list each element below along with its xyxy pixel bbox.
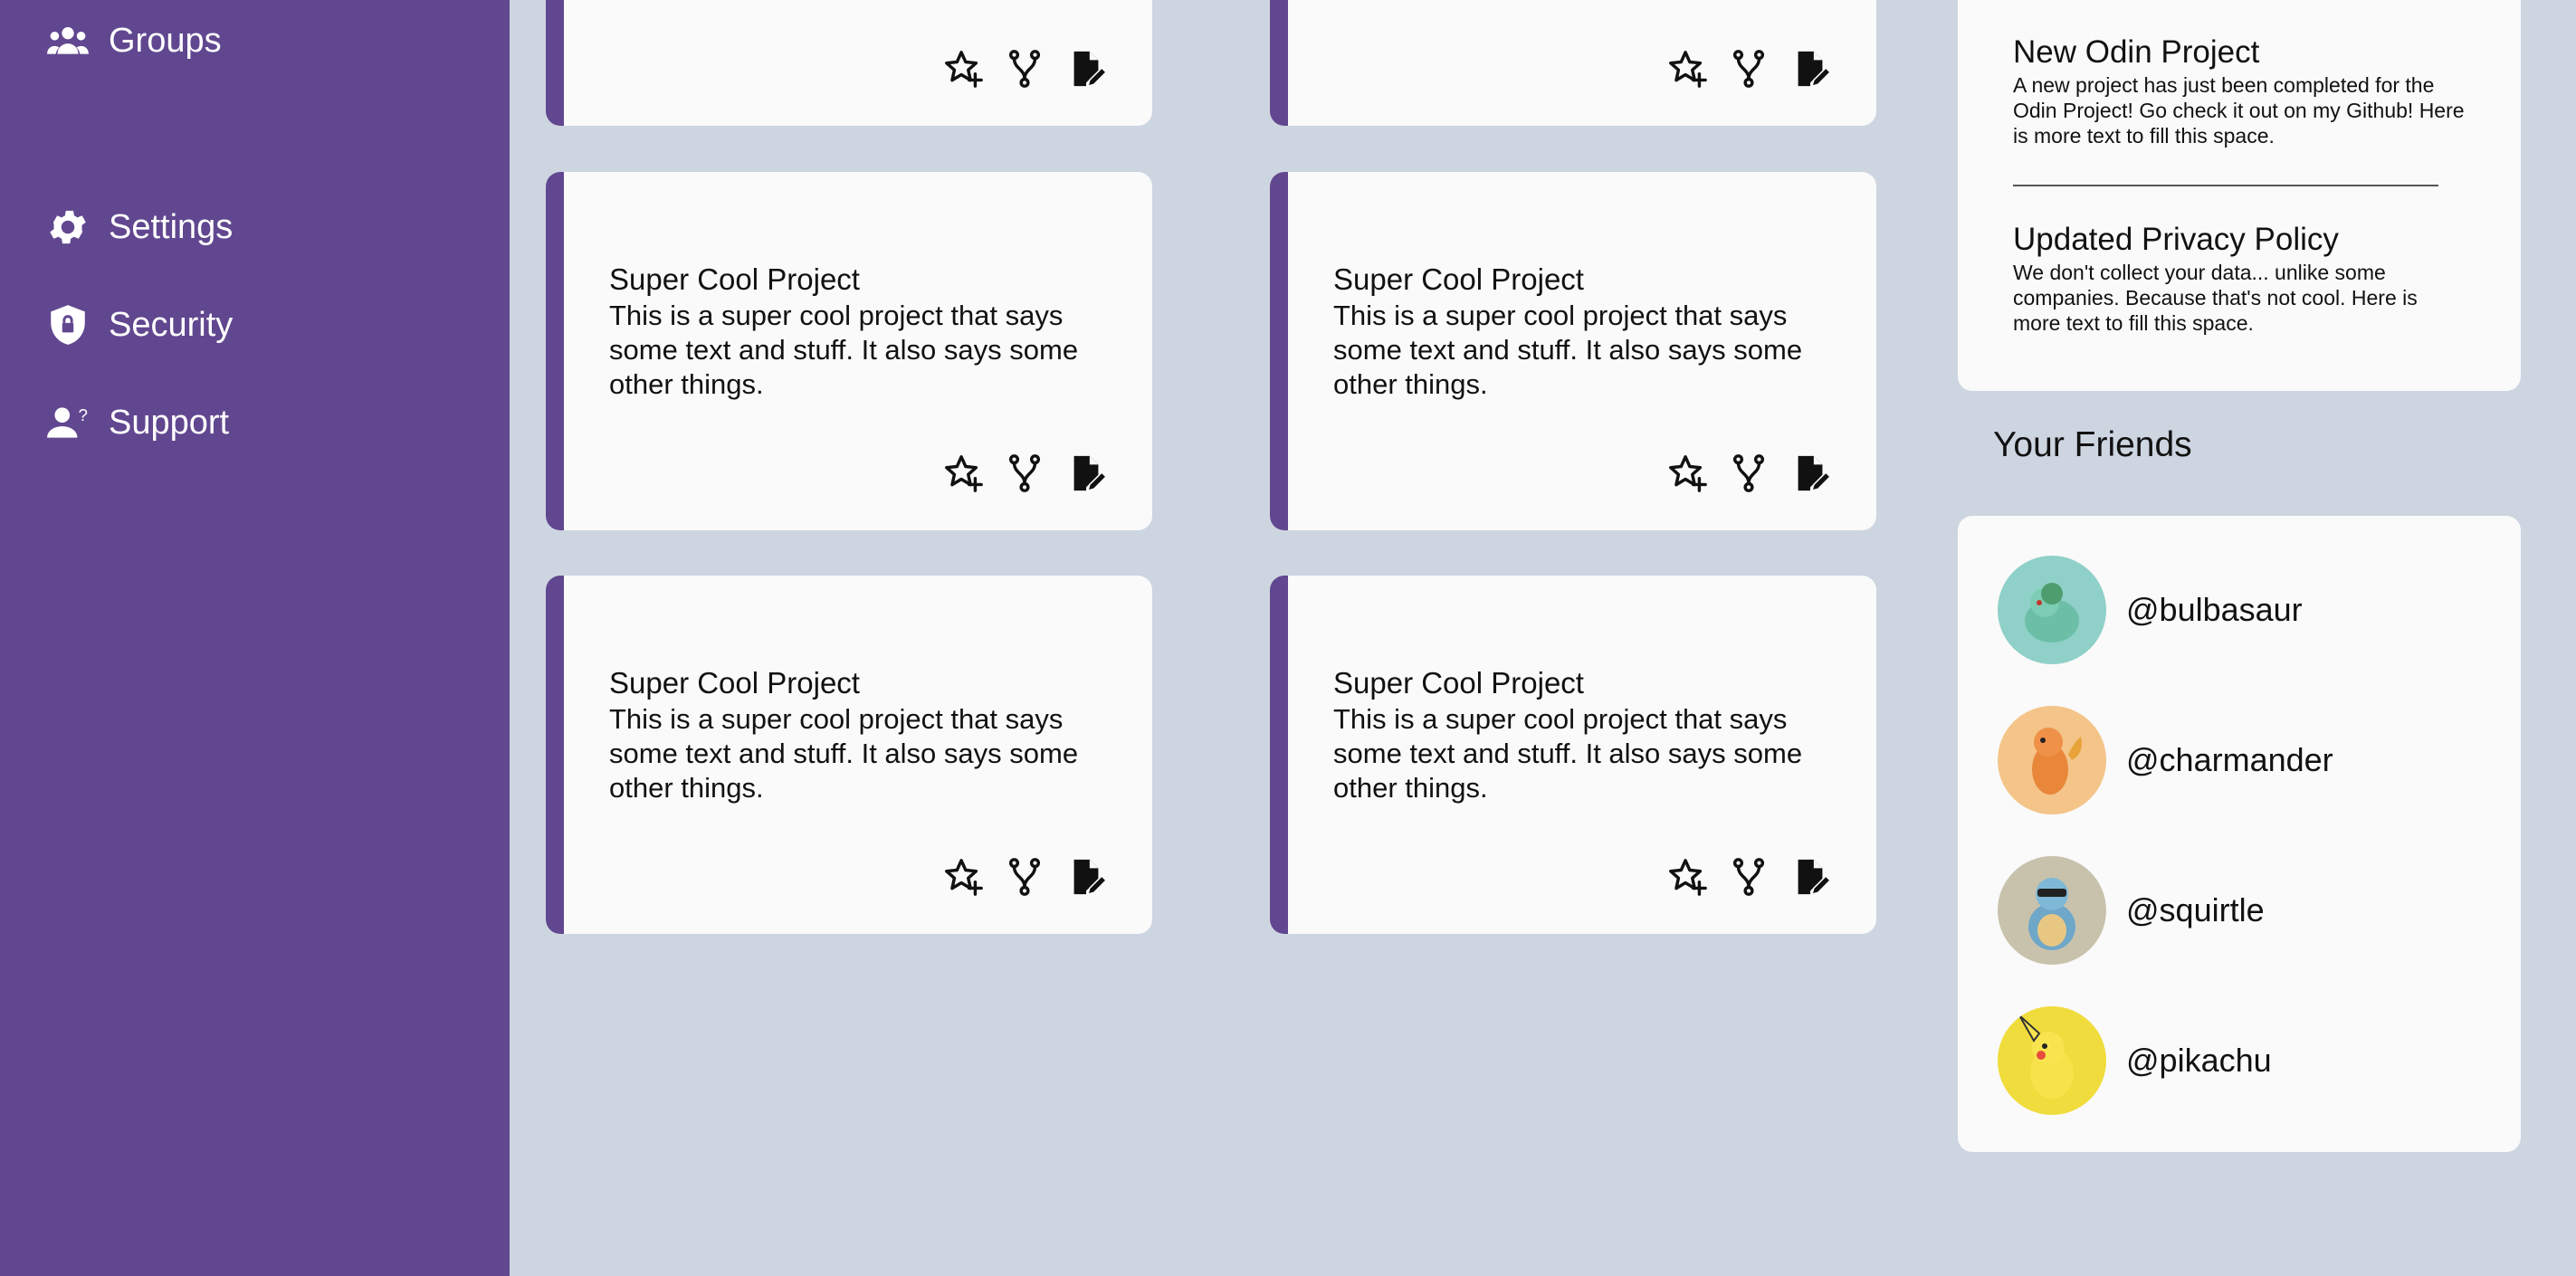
edit-button[interactable]	[1065, 452, 1108, 494]
star-add-icon	[945, 51, 983, 88]
project-card: Super Cool Project This is a super cool p…	[1270, 576, 1876, 934]
fork-button[interactable]	[1728, 856, 1770, 898]
star-button[interactable]	[942, 48, 984, 90]
groups-icon	[47, 27, 89, 54]
friend-charmander[interactable]: @charmander	[1998, 706, 2333, 814]
star-button[interactable]	[942, 452, 984, 494]
divider	[2013, 185, 2438, 186]
announcement-text: We don't collect your data... unlike som…	[2013, 261, 2418, 335]
project-card: Super Cool Project This is a super cool p…	[546, 172, 1152, 530]
star-add-icon	[945, 455, 983, 492]
card-actions	[1666, 856, 1832, 898]
fork-icon	[1732, 858, 1765, 896]
sidebar-item-label: Settings	[109, 207, 234, 246]
project-card	[546, 0, 1152, 126]
friend-bulbasaur[interactable]: @bulbasaur	[1998, 556, 2303, 664]
star-button[interactable]	[1666, 856, 1708, 898]
project-title: Super Cool Project	[609, 262, 860, 296]
sidebar-item-label: Support	[109, 403, 230, 442]
sidebar-item-security[interactable]: Security	[45, 302, 233, 348]
friends-panel: @bulbasaur @charmander @squirtle @pikach…	[1958, 516, 2521, 1152]
gear-icon	[50, 210, 86, 244]
fork-icon	[1008, 454, 1041, 492]
friend-handle: @charmander	[2126, 741, 2333, 778]
announcement-title: Updated Privacy Policy	[2013, 222, 2339, 257]
edit-button[interactable]	[1789, 856, 1832, 898]
edit-file-icon	[1798, 455, 1832, 492]
sidebar-item-label: Groups	[109, 21, 222, 60]
card-actions	[942, 48, 1108, 90]
friend-handle: @squirtle	[2126, 891, 2265, 928]
project-card: Super Cool Project This is a super cool p…	[546, 576, 1152, 934]
avatar	[1998, 1006, 2106, 1115]
announcement-text: A new project has just been completed fo…	[2013, 73, 2465, 148]
project-description: This is a super cool project that says s…	[1333, 703, 1803, 804]
star-add-icon	[1669, 455, 1707, 492]
fork-button[interactable]	[1728, 48, 1770, 90]
edit-button[interactable]	[1789, 452, 1832, 494]
star-button[interactable]	[1666, 452, 1708, 494]
card-actions	[1666, 48, 1832, 90]
friends-heading: Your Friends	[1993, 425, 2192, 464]
friend-pikachu[interactable]: @pikachu	[1998, 1006, 2272, 1115]
project-title: Super Cool Project	[1333, 262, 1584, 296]
edit-file-icon	[1798, 859, 1832, 896]
edit-button[interactable]	[1065, 48, 1108, 90]
project-title: Super Cool Project	[1333, 666, 1584, 700]
fork-icon	[1008, 858, 1041, 896]
sidebar: Groups Settings Security ? Support	[0, 0, 510, 1276]
sidebar-item-groups[interactable]: Groups	[45, 18, 222, 63]
friend-handle: @bulbasaur	[2126, 591, 2303, 628]
star-button[interactable]	[942, 856, 984, 898]
card-actions	[942, 452, 1108, 494]
fork-button[interactable]	[1004, 48, 1045, 90]
sidebar-item-support[interactable]: ? Support	[45, 400, 229, 445]
card-actions	[1666, 452, 1832, 494]
fork-icon	[1732, 454, 1765, 492]
shield-icon	[51, 305, 85, 345]
edit-file-icon	[1073, 455, 1108, 492]
star-add-icon	[945, 859, 983, 896]
project-description: This is a super cool project that says s…	[1333, 300, 1803, 400]
edit-button[interactable]	[1065, 856, 1108, 898]
announcement-title: New Odin Project	[2013, 34, 2260, 70]
support-icon: ?	[47, 405, 88, 438]
fork-button[interactable]	[1728, 452, 1770, 494]
project-description: This is a super cool project that says s…	[609, 300, 1079, 400]
fork-icon	[1008, 50, 1041, 88]
avatar	[1998, 706, 2106, 814]
fork-icon	[1732, 50, 1765, 88]
svg-text:?: ?	[78, 405, 87, 424]
project-card: Super Cool Project This is a super cool p…	[1270, 172, 1876, 530]
edit-file-icon	[1073, 51, 1108, 88]
sidebar-item-label: Security	[109, 305, 234, 344]
friend-squirtle[interactable]: @squirtle	[1998, 856, 2265, 965]
announcements-panel: New Odin Project A new project has just …	[1958, 0, 2521, 391]
project-description: This is a super cool project that says s…	[609, 703, 1079, 804]
friend-handle: @pikachu	[2126, 1042, 2272, 1079]
edit-button[interactable]	[1789, 48, 1832, 90]
star-add-icon	[1669, 51, 1707, 88]
fork-button[interactable]	[1004, 856, 1045, 898]
project-title: Super Cool Project	[609, 666, 860, 700]
edit-file-icon	[1798, 51, 1832, 88]
avatar	[1998, 556, 2106, 664]
edit-file-icon	[1073, 859, 1108, 896]
fork-button[interactable]	[1004, 452, 1045, 494]
star-button[interactable]	[1666, 48, 1708, 90]
project-card	[1270, 0, 1876, 126]
avatar	[1998, 856, 2106, 965]
star-add-icon	[1669, 859, 1707, 896]
sidebar-item-settings[interactable]: Settings	[45, 205, 233, 250]
card-actions	[942, 856, 1108, 898]
